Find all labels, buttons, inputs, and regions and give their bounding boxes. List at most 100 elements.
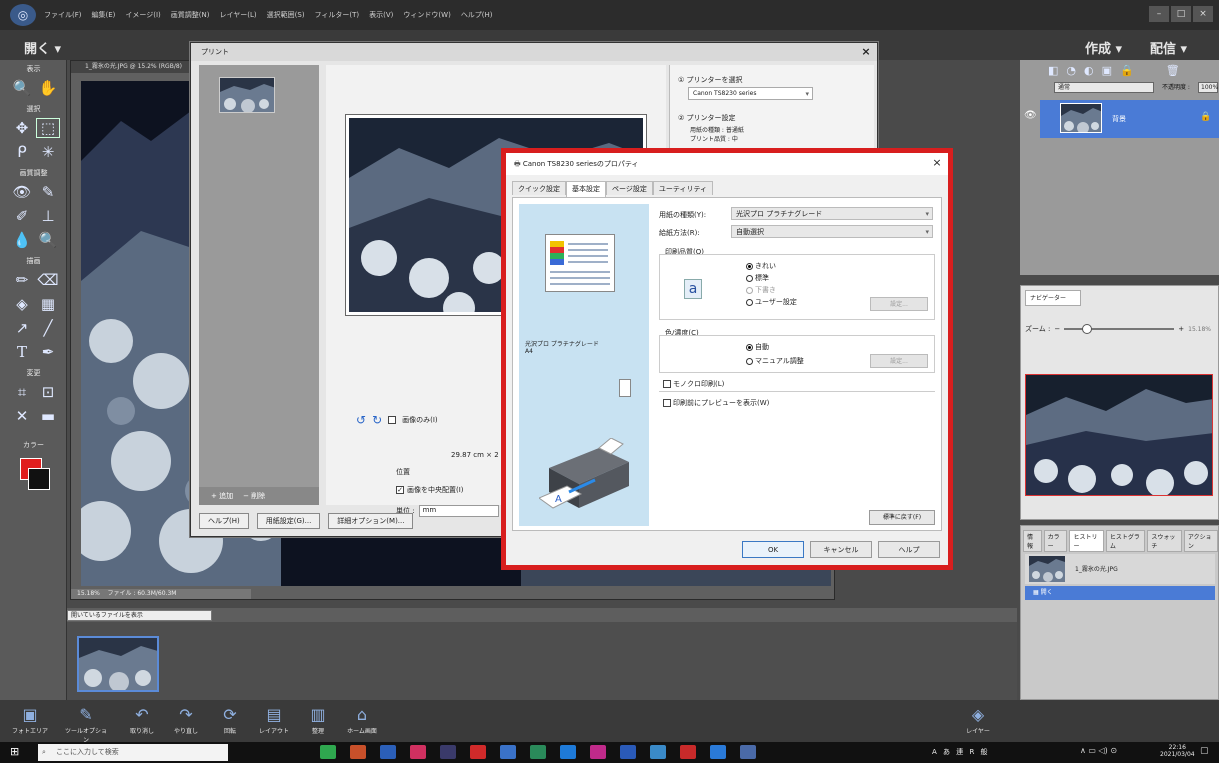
image-only-checkbox[interactable] — [388, 416, 397, 424]
close-button[interactable]: × — [1193, 6, 1213, 22]
open-menu[interactable]: 開く ▾ — [24, 38, 61, 57]
crop-tool-icon[interactable]: ⌗ — [10, 382, 34, 402]
zoom-slider[interactable] — [1064, 324, 1175, 334]
gradient-tool-icon[interactable]: ▦ — [36, 294, 60, 314]
color-auto-radio[interactable]: 自動 — [746, 342, 769, 352]
smart-brush-icon[interactable]: ✐ — [10, 206, 34, 226]
word-icon[interactable] — [380, 745, 396, 759]
tab-page-setup[interactable]: ページ設定 — [606, 181, 653, 195]
photo-bin-thumbnail[interactable] — [77, 636, 159, 692]
properties-close-icon[interactable]: × — [930, 156, 944, 170]
store-app-icon[interactable] — [740, 745, 756, 759]
print-thumbnail[interactable] — [219, 77, 275, 113]
center-image-checkbox[interactable]: ✓ — [396, 486, 404, 494]
tool-options-button[interactable]: ✎ ツールオプション — [64, 704, 108, 744]
redo-button[interactable]: ↷ やり直し — [164, 704, 208, 735]
opacity-input[interactable]: 100% — [1198, 82, 1218, 93]
healing-brush-icon[interactable]: ✎ — [36, 182, 60, 202]
straighten-tool-icon[interactable]: ▬ — [36, 406, 60, 426]
eyedropper-tool-icon[interactable]: ✒ — [36, 342, 60, 362]
cancel-button[interactable]: キャンセル — [810, 541, 872, 558]
blend-mode-select[interactable]: 通常 — [1054, 82, 1154, 93]
layer-row-background[interactable]: 背景 🔒 — [1040, 100, 1219, 138]
new-layer-icon[interactable]: ◧ — [1048, 64, 1058, 77]
layers-button[interactable]: ◈ レイヤー — [956, 704, 1000, 735]
zoom-in-button[interactable]: + — [1178, 325, 1184, 333]
layout-button[interactable]: ▤ レイアウト — [252, 704, 296, 735]
internet-explorer-icon[interactable] — [710, 745, 726, 759]
zoom-out-button[interactable]: − — [1054, 325, 1060, 333]
eraser-tool-icon[interactable]: ⌫ — [36, 270, 60, 290]
undo-button[interactable]: ↶ 取り消し — [120, 704, 164, 735]
tab-main[interactable]: 基本設定 — [566, 181, 606, 197]
tab-maintenance[interactable]: ユーティリティ — [652, 181, 714, 195]
navigator-tab[interactable]: ナビゲーター — [1025, 290, 1081, 306]
adjustment-layer-icon[interactable]: ◐ — [1084, 64, 1094, 77]
media-app-icon[interactable] — [470, 745, 486, 759]
ok-button[interactable]: OK — [742, 541, 804, 558]
organizer-button[interactable]: ▥ 整理 — [296, 704, 340, 735]
menu-select[interactable]: 選択範囲(S) — [267, 10, 305, 20]
photo-bin-button[interactable]: ▣ フォトエリア — [8, 704, 52, 735]
menu-window[interactable]: ウィンドウ(W) — [403, 10, 450, 20]
calendar-app-icon[interactable] — [590, 745, 606, 759]
tray-icons[interactable]: ∧ ▭ ◁) ⊙ — [1080, 746, 1117, 755]
pencil-tool-icon[interactable]: ╱ — [36, 318, 60, 338]
lock-icon[interactable]: 🔒 — [1120, 64, 1134, 77]
mail-app-icon[interactable] — [650, 745, 666, 759]
custom-shape-icon[interactable]: ↗ — [10, 318, 34, 338]
page-setup-button[interactable]: 用紙設定(G)... — [256, 513, 321, 529]
maps-app-icon[interactable] — [530, 745, 546, 759]
menu-layer[interactable]: レイヤー(L) — [219, 10, 256, 20]
grayscale-checkbox[interactable] — [663, 380, 671, 388]
preview-before-print-checkbox[interactable] — [663, 399, 671, 407]
recompose-tool-icon[interactable]: ⊡ — [36, 382, 60, 402]
tab-histogram[interactable]: ヒストグラム — [1105, 530, 1146, 552]
menu-enhance[interactable]: 画質調整(N) — [171, 10, 210, 20]
magic-wand-tool-icon[interactable]: ✳ — [36, 142, 60, 162]
taskbar-search-input[interactable]: ⌕ ここに入力して検索 — [38, 744, 228, 761]
menu-edit[interactable]: 編集(E) — [92, 10, 116, 20]
print-help-button[interactable]: ヘルプ(H) — [199, 513, 249, 529]
background-color-swatch[interactable] — [28, 468, 50, 490]
help-button[interactable]: ヘルプ — [878, 541, 940, 558]
print-dialog-close-icon[interactable]: × — [859, 45, 873, 59]
add-button[interactable]: + 追加 — [211, 491, 233, 501]
ime-indicator[interactable]: A あ 連 R 般 — [932, 747, 990, 757]
folder-app-icon[interactable] — [620, 745, 636, 759]
blur-tool-icon[interactable]: 💧 — [10, 230, 34, 250]
quality-high-radio[interactable]: きれい — [746, 261, 776, 271]
zoom-tool-icon[interactable]: 🔍 — [10, 78, 34, 98]
notification-icon[interactable]: ▢ — [1200, 746, 1209, 756]
quality-custom-radio[interactable]: ユーザー設定 — [746, 297, 797, 307]
paint-bucket-icon[interactable]: ◈ — [10, 294, 34, 314]
menu-help[interactable]: ヘルプ(H) — [461, 10, 493, 20]
layer-mask-icon[interactable]: ▣ — [1102, 64, 1112, 77]
unit-select[interactable]: mm — [418, 505, 499, 517]
tab-actions[interactable]: アクション — [1183, 530, 1218, 552]
tab-history[interactable]: ヒストリー — [1069, 530, 1104, 552]
sponge-tool-icon[interactable]: 🔍 — [36, 230, 60, 250]
group-layer-icon[interactable]: ◔ — [1066, 64, 1076, 77]
red-eye-tool-icon[interactable]: 👁 — [10, 182, 34, 202]
menu-image[interactable]: イメージ(I) — [125, 10, 160, 20]
brush-tool-icon[interactable]: ✏ — [10, 270, 34, 290]
edge-app-icon[interactable] — [560, 745, 576, 759]
rotate-left-icon[interactable]: ↺ — [356, 413, 366, 427]
share-menu[interactable]: 配信 ▾ — [1150, 38, 1187, 57]
windows-start-icon[interactable]: ⊞ — [10, 745, 24, 759]
more-options-button[interactable]: 詳細オプション(M)... — [328, 513, 414, 529]
history-step-open[interactable]: ▦ 開く — [1025, 586, 1215, 600]
restore-defaults-button[interactable]: 標準に戻す(F) — [869, 510, 935, 525]
photo-bin-select[interactable]: 開いているファイルを表示 — [67, 610, 212, 621]
paper-type-select[interactable]: 光沢プロ プラチナグレード ▾ — [731, 207, 933, 220]
tab-color[interactable]: カラー — [1043, 530, 1068, 552]
lasso-tool-icon[interactable]: ᑭ — [10, 142, 34, 162]
acrobat-app-icon[interactable] — [680, 745, 696, 759]
tab-quick-setup[interactable]: クイック設定 — [512, 181, 566, 195]
eye-icon[interactable]: 👁 — [1024, 110, 1037, 121]
rotate-button[interactable]: ⟳ 回転 — [208, 704, 252, 735]
clone-stamp-icon[interactable]: ⊥ — [36, 206, 60, 226]
content-move-icon[interactable]: ✕ — [10, 406, 34, 426]
powerpoint-icon[interactable] — [350, 745, 366, 759]
